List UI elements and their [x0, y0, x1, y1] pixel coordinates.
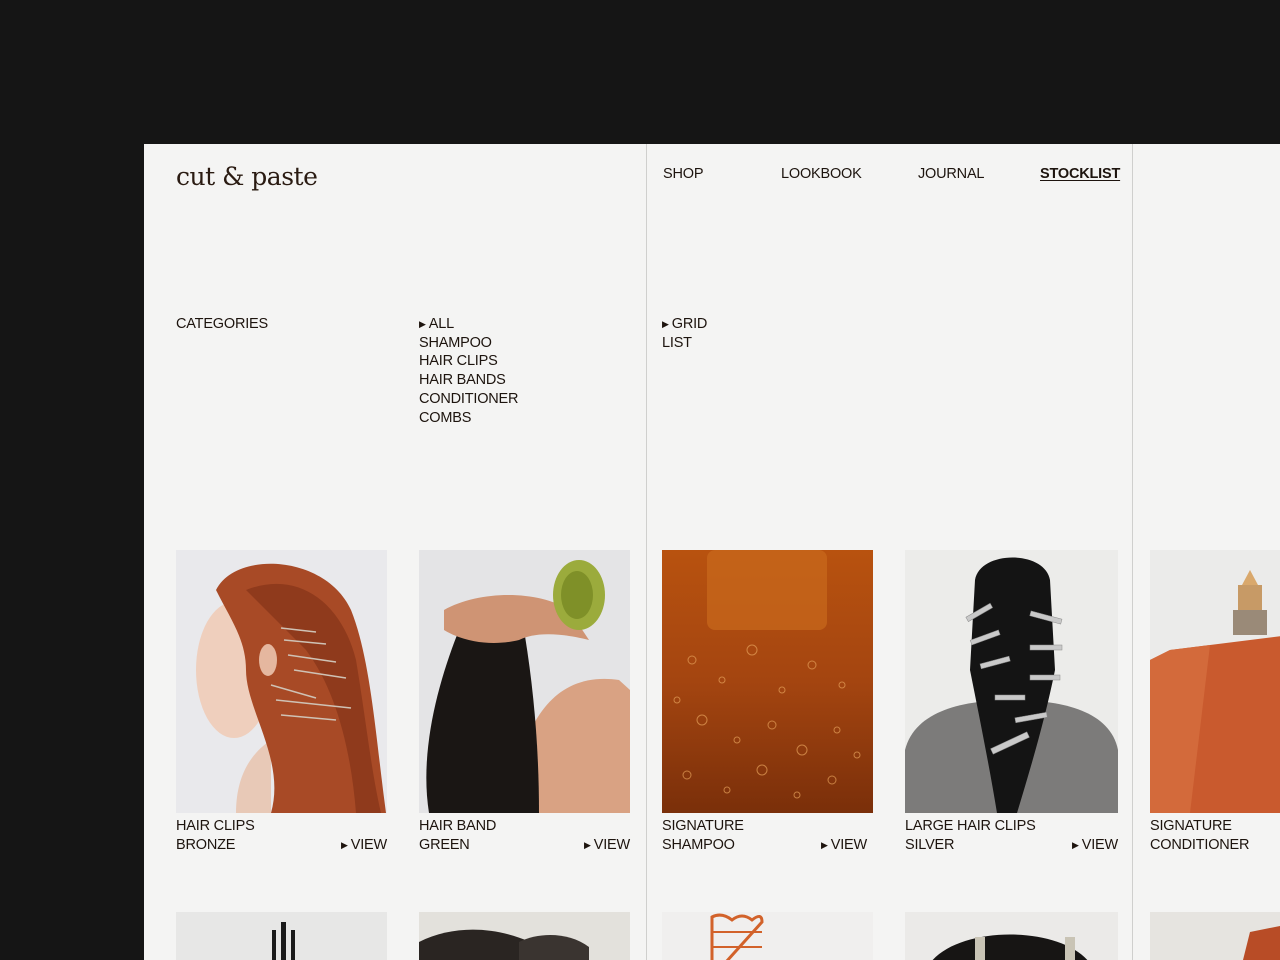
brand-logo[interactable]: cut & paste [176, 162, 318, 191]
selected-arrow-icon: ▶ [419, 319, 426, 329]
play-arrow-icon: ▶ [341, 840, 348, 850]
product-image-comb[interactable] [176, 912, 387, 960]
product-name: SIGNATURE [1150, 818, 1232, 834]
view-button[interactable]: ▶ VIEW [341, 836, 387, 855]
product-image-orange-comb[interactable] [662, 912, 873, 960]
product-image-red-hair-bronze-clips[interactable] [176, 550, 387, 813]
product-card[interactable]: HAIR CLIPS BRONZE ▶ VIEW [176, 550, 387, 857]
product-card[interactable]: SIGNATURE SHAMPOO ▶ VIEW [662, 550, 873, 857]
category-hair-clips[interactable]: HAIR CLIPS [419, 352, 518, 371]
nav-journal[interactable]: JOURNAL [918, 166, 984, 182]
view-list[interactable]: LIST [662, 334, 707, 353]
product-image-dark-hair[interactable] [419, 912, 630, 960]
play-arrow-icon: ▶ [584, 840, 591, 850]
product-card[interactable]: LARGE HAIR CLIPS SILVER ▶ VIEW [905, 550, 1118, 857]
view-grid[interactable]: ▶ GRID [662, 315, 707, 334]
product-name: HAIR CLIPS [176, 818, 255, 834]
category-combs[interactable]: COMBS [419, 409, 518, 428]
nav-shop[interactable]: SHOP [663, 166, 703, 182]
view-button[interactable]: ▶ VIEW [821, 836, 867, 855]
product-image-tube-orange[interactable] [1150, 912, 1280, 960]
product-image-green-scrunchie[interactable] [419, 550, 630, 813]
category-all[interactable]: ▶ ALL [419, 315, 518, 334]
product-image-hair-clips-dark[interactable] [905, 912, 1118, 960]
product-image-conditioner-tube[interactable] [1150, 550, 1280, 813]
product-name: HAIR BAND [419, 818, 497, 834]
product-name: SIGNATURE [662, 818, 744, 834]
play-arrow-icon: ▶ [1072, 840, 1079, 850]
view-toggle-list: ▶ GRID LIST [662, 315, 707, 352]
product-card[interactable]: HAIR BAND GREEN ▶ VIEW [419, 550, 630, 857]
nav-lookbook[interactable]: LOOKBOOK [781, 166, 862, 182]
column-divider [646, 144, 647, 960]
product-variant: CONDITIONER [1150, 837, 1250, 853]
category-hair-bands[interactable]: HAIR BANDS [419, 371, 518, 390]
view-button[interactable]: ▶ VIEW [584, 836, 630, 855]
category-conditioner[interactable]: CONDITIONER [419, 390, 519, 409]
selected-arrow-icon: ▶ [662, 319, 669, 329]
category-shampoo[interactable]: SHAMPOO [419, 334, 518, 353]
product-image-amber-shampoo[interactable] [662, 550, 873, 813]
product-card[interactable]: SIGNATURE CONDITIONER [1150, 550, 1280, 857]
play-arrow-icon: ▶ [821, 840, 828, 850]
category-filter-list: ▶ ALL SHAMPOO HAIR CLIPS HAIR BANDS CONDI… [419, 315, 519, 428]
product-image-silver-clips[interactable] [905, 550, 1118, 813]
categories-heading: CATEGORIES [176, 316, 268, 332]
page: cut & paste SHOP LOOKBOOK JOURNAL STOCKL… [144, 144, 1280, 960]
column-divider [1132, 144, 1133, 960]
nav-stocklist[interactable]: STOCKLIST [1040, 166, 1120, 182]
view-button[interactable]: ▶ VIEW [1072, 836, 1118, 855]
product-name: LARGE HAIR CLIPS [905, 818, 1036, 834]
